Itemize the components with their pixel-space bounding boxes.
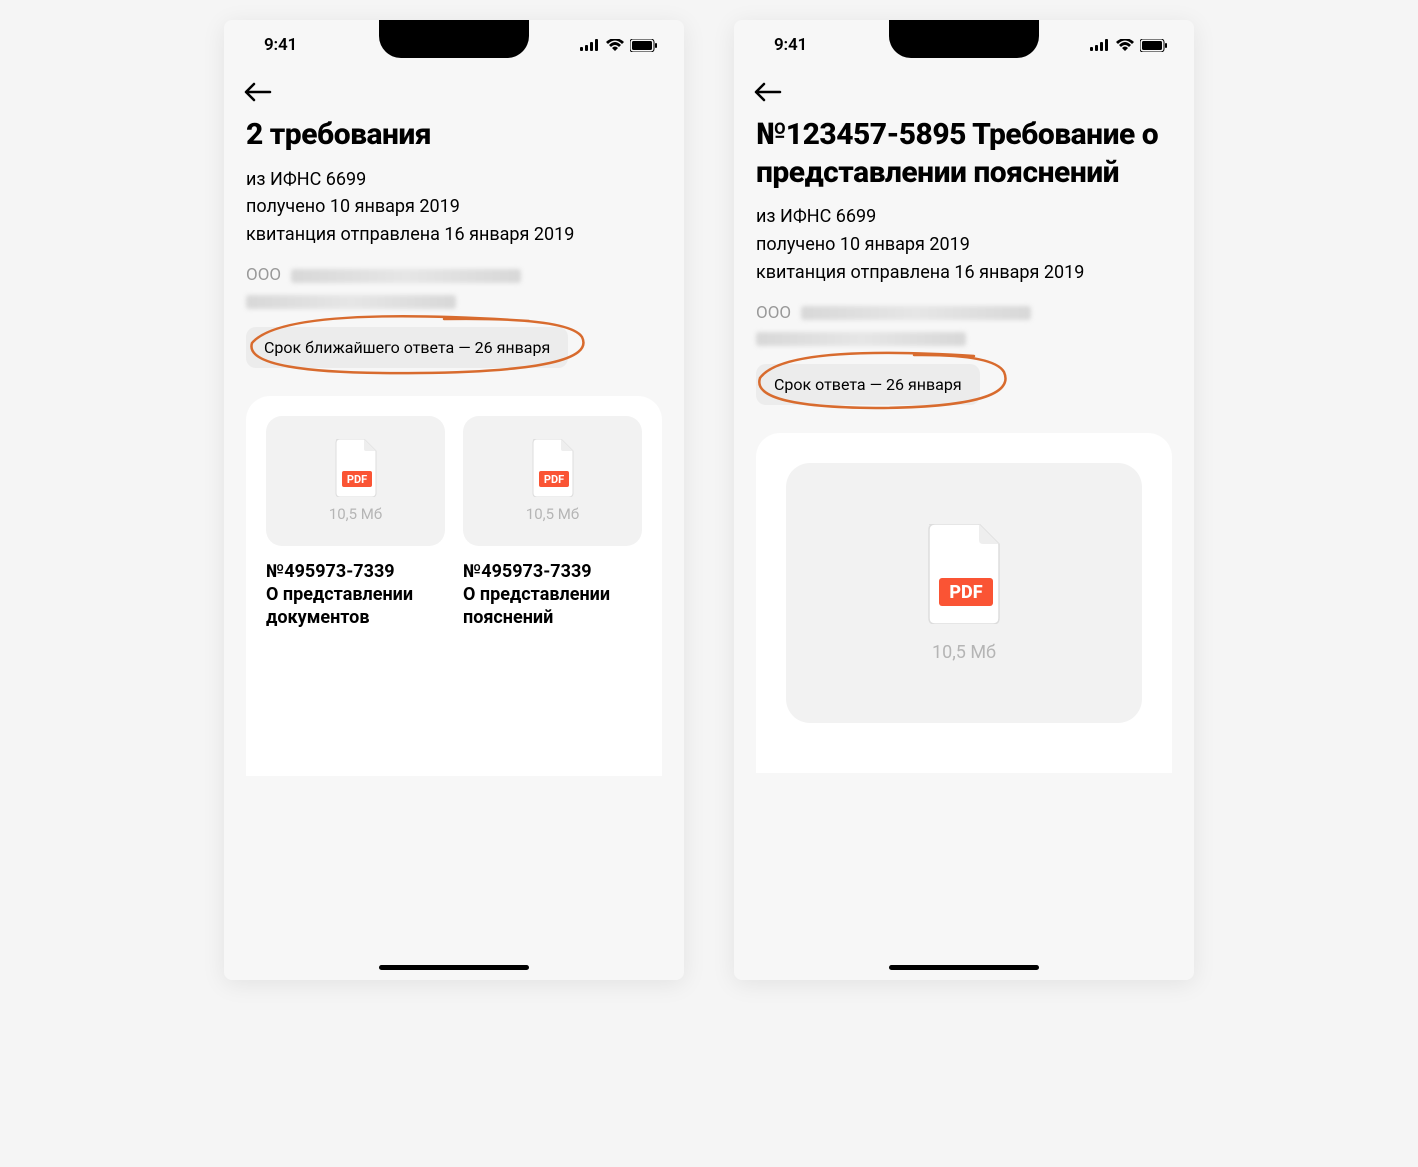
document-description: О представлении документов [266,583,445,630]
blurred-text [291,269,521,283]
svg-text:PDF: PDF [949,582,982,603]
back-button[interactable] [734,70,802,112]
deadline-pill: Срок ответа — 26 января [756,364,980,405]
documents-panel: PDF 10,5 Мб №495973-7339 О представлении… [246,396,662,776]
phone-screen-2: 9:41 №123457-5895 Требование о представл… [734,20,1194,980]
deadline-wrap: Срок ближайшего ответа — 26 января [246,327,568,368]
pdf-file-icon: PDF [529,439,577,497]
deadline-pill: Срок ближайшего ответа — 26 января [246,327,568,368]
document-card[interactable]: PDF 10,5 Мб №495973-7339 О представлении… [463,416,642,756]
home-indicator[interactable] [889,965,1039,970]
status-time: 9:41 [774,35,807,55]
document-card[interactable]: PDF 10,5 Мб №495973-7339 О представлении… [266,416,445,756]
svg-text:PDF: PDF [543,473,563,486]
page-title: 2 требования [246,116,662,154]
blurred-text [246,295,456,309]
blurred-text [801,306,1031,320]
signal-icon [1090,39,1110,51]
document-description: О представлении пояснений [463,583,642,630]
meta-source: из ИФНС 6699 [246,166,662,194]
wifi-icon [1116,39,1134,51]
battery-icon [630,39,658,52]
org-block: ООО [756,301,1172,347]
blurred-text [756,332,966,346]
signal-icon [580,39,600,51]
document-thumbnail: PDF 10,5 Мб [266,416,445,546]
arrow-left-icon [754,82,782,102]
document-size: 10,5 Мб [329,505,382,523]
wifi-icon [606,39,624,51]
meta-received: получено 10 января 2019 [756,231,1172,259]
document-thumbnail[interactable]: PDF 10,5 Мб [786,463,1142,723]
pdf-file-icon: PDF [923,524,1005,624]
document-number: №495973-7339 [463,560,642,583]
notch [889,20,1039,58]
home-indicator[interactable] [379,965,529,970]
phone-screen-1: 9:41 2 требования из ИФНС 6699 получено … [224,20,684,980]
status-time: 9:41 [264,35,297,55]
arrow-left-icon [244,82,272,102]
back-button[interactable] [224,70,292,112]
document-size: 10,5 Мб [526,505,579,523]
status-icons [1090,39,1168,52]
page-title: №123457-5895 Требование о представлении … [756,116,1172,191]
document-panel: PDF 10,5 Мб [756,433,1172,773]
document-number: №495973-7339 [266,560,445,583]
svg-text:PDF: PDF [346,473,366,486]
status-icons [580,39,658,52]
meta-source: из ИФНС 6699 [756,203,1172,231]
org-prefix: ООО [246,265,281,285]
document-thumbnail: PDF 10,5 Мб [463,416,642,546]
meta-received: получено 10 января 2019 [246,193,662,221]
org-prefix: ООО [756,303,791,323]
document-size: 10,5 Мб [932,642,996,663]
meta-receipt: квитанция отправлена 16 января 2019 [756,259,1172,287]
content-area: №123457-5895 Требование о представлении … [734,112,1194,773]
content-area: 2 требования из ИФНС 6699 получено 10 ян… [224,112,684,776]
notch [379,20,529,58]
deadline-wrap: Срок ответа — 26 января [756,364,980,405]
meta-receipt: квитанция отправлена 16 января 2019 [246,221,662,249]
battery-icon [1140,39,1168,52]
org-block: ООО [246,263,662,309]
pdf-file-icon: PDF [332,439,380,497]
